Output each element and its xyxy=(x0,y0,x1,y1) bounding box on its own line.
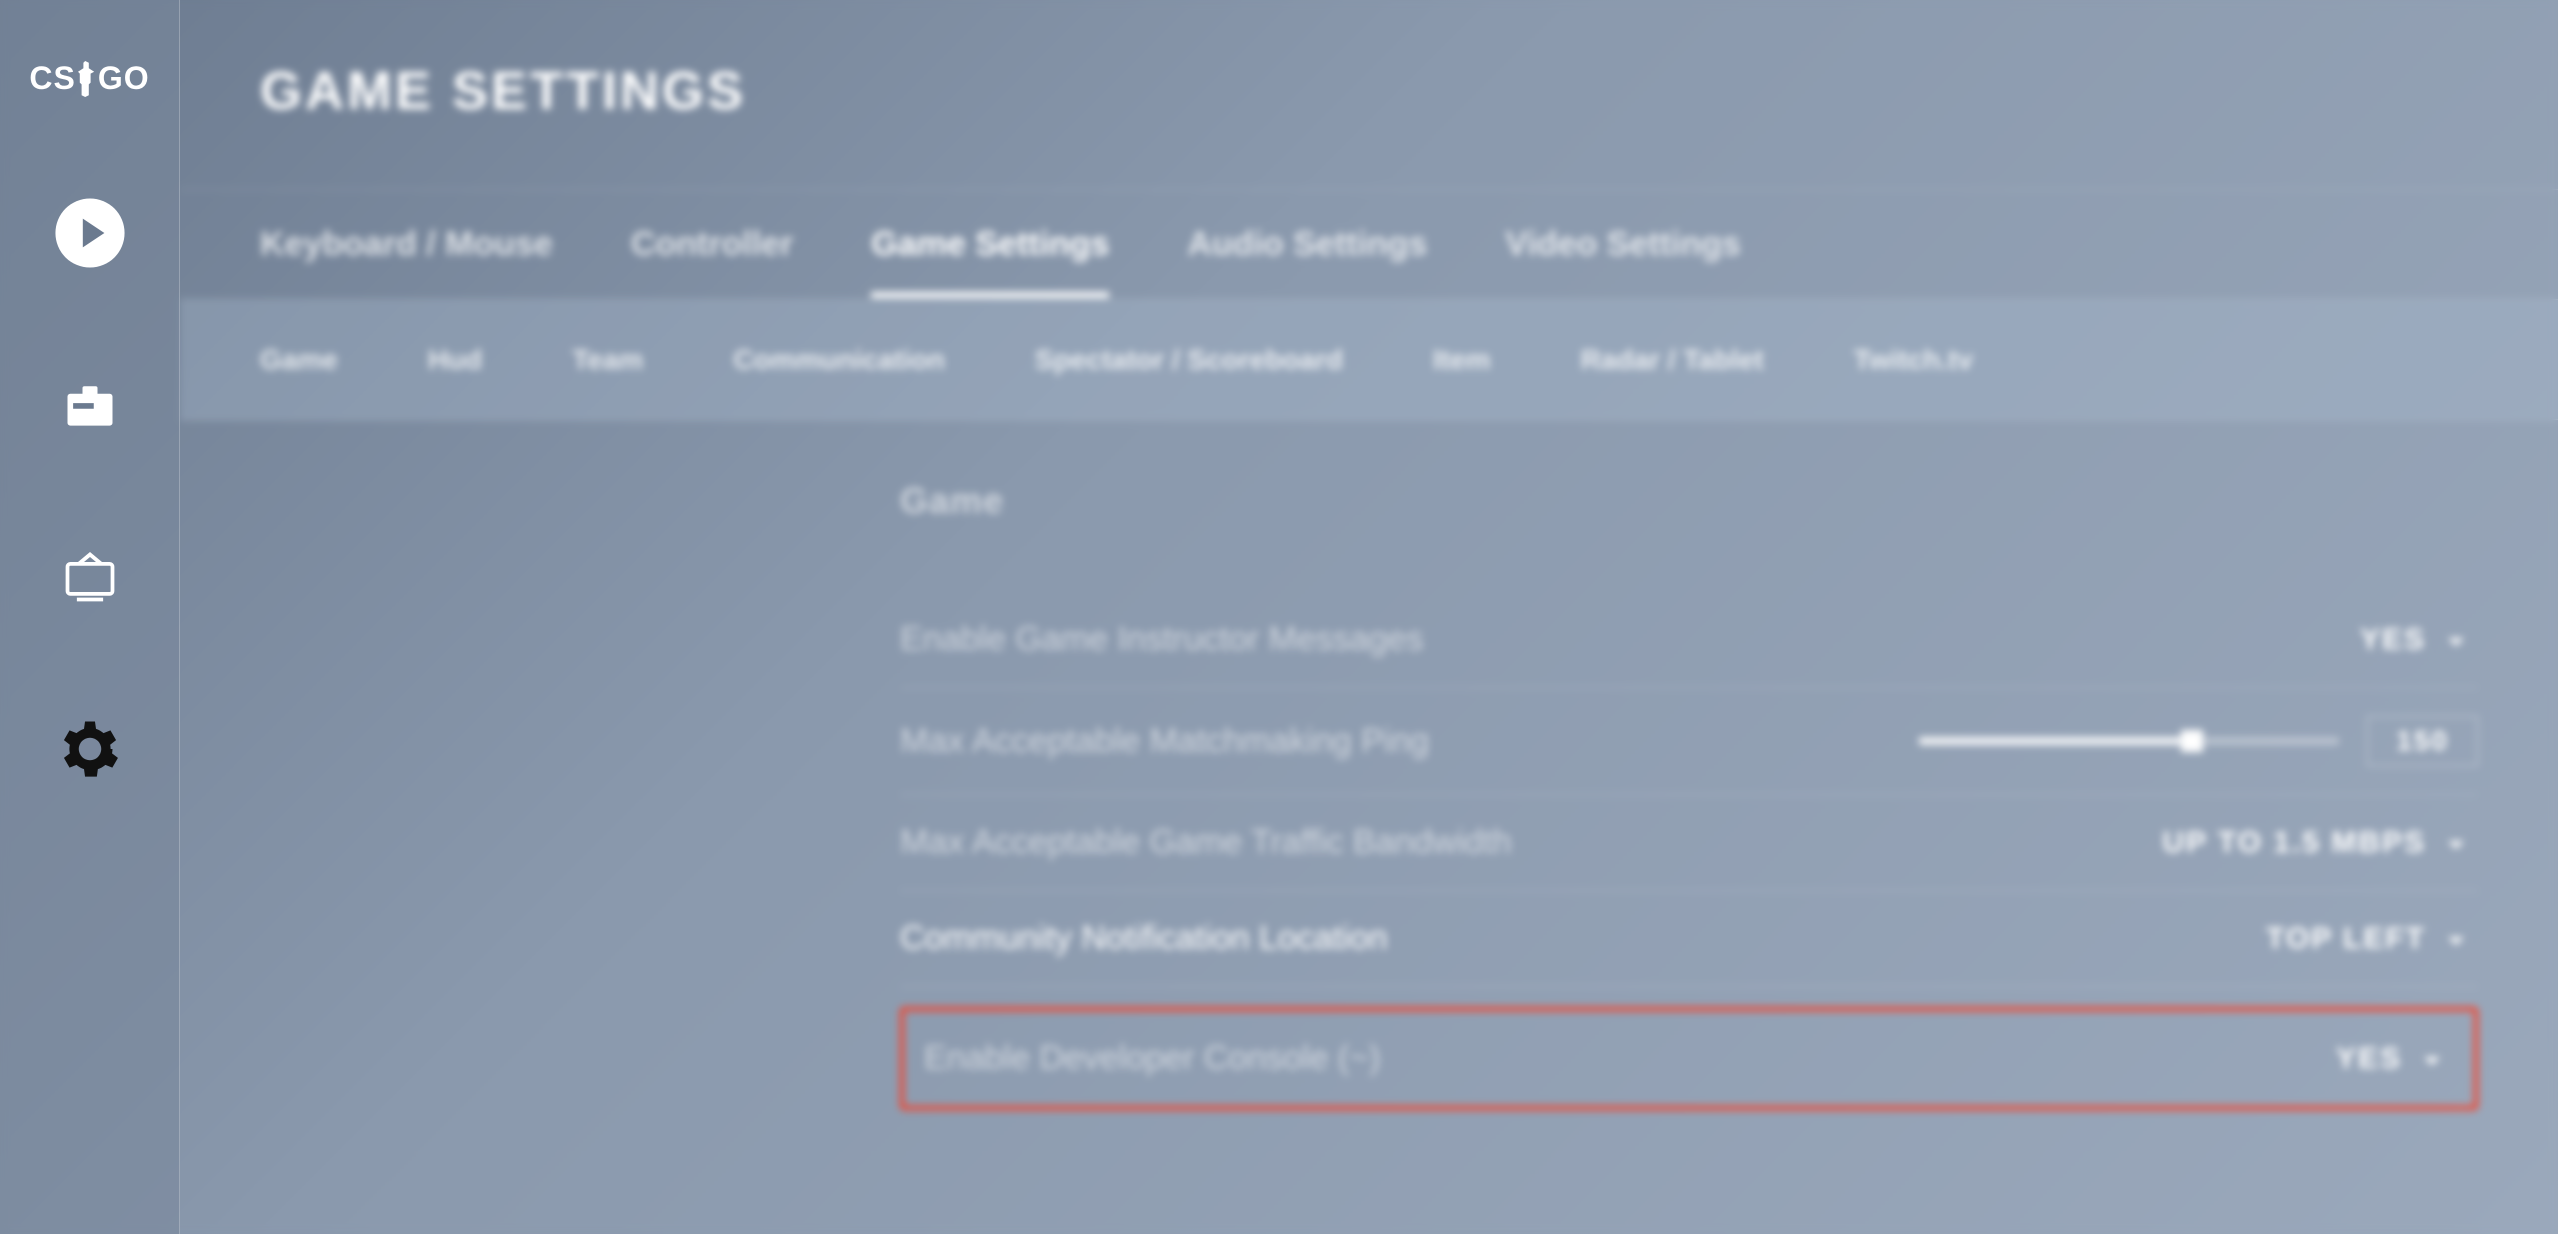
setting-value-dropdown[interactable]: YES xyxy=(2336,1042,2454,1076)
setting-slider-wrap: 150 xyxy=(1919,716,2478,766)
secondary-tabs: Game Hud Team Communication Spectator / … xyxy=(180,300,2558,420)
setting-ping-row[interactable]: Max Acceptable Matchmaking Ping 150 xyxy=(900,688,2478,795)
tab-keyboard-mouse[interactable]: Keyboard / Mouse xyxy=(260,193,553,296)
primary-tabs: Keyboard / Mouse Controller Game Setting… xyxy=(180,190,2558,300)
setting-instructor-row[interactable]: Enable Game Instructor Messages YES xyxy=(900,592,2478,688)
settings-panel: Game Enable Game Instructor Messages YES… xyxy=(180,420,2558,1234)
chevron-down-icon xyxy=(2444,628,2468,652)
play-button[interactable] xyxy=(54,197,126,269)
tab-audio-settings[interactable]: Audio Settings xyxy=(1187,193,1427,296)
inventory-button[interactable] xyxy=(54,369,126,441)
chevron-down-icon xyxy=(2444,927,2468,951)
logo-left: CS xyxy=(29,60,75,97)
chevron-down-icon xyxy=(2420,1047,2444,1071)
tab-game-settings[interactable]: Game Settings xyxy=(871,193,1109,296)
setting-label: Enable Game Instructor Messages xyxy=(900,620,1423,659)
setting-value-dropdown[interactable]: YES xyxy=(2360,623,2478,657)
page-title: GAME SETTINGS xyxy=(180,0,2558,122)
subtab-item[interactable]: Item xyxy=(1433,344,1491,376)
chevron-down-icon xyxy=(2444,831,2468,855)
tab-controller[interactable]: Controller xyxy=(631,193,793,296)
tab-video-settings[interactable]: Video Settings xyxy=(1505,193,1741,296)
page-header: GAME SETTINGS xyxy=(180,0,2558,190)
subtab-game[interactable]: Game xyxy=(260,344,338,376)
section-title: Game xyxy=(900,480,2478,522)
subtab-spectator[interactable]: Spectator / Scoreboard xyxy=(1035,344,1343,376)
settings-button[interactable] xyxy=(54,713,126,785)
sidebar: CS GO xyxy=(0,0,180,1234)
subtab-communication[interactable]: Communication xyxy=(733,344,945,376)
soldier-icon xyxy=(78,61,96,97)
setting-value-text: YES xyxy=(2336,1042,2402,1076)
ping-slider[interactable] xyxy=(1919,737,2339,745)
slider-thumb[interactable] xyxy=(2181,730,2203,752)
setting-label: Max Acceptable Game Traffic Bandwidth xyxy=(900,823,1512,862)
setting-devconsole-row[interactable]: Enable Developer Console (~) YES xyxy=(900,1007,2478,1110)
subtab-team[interactable]: Team xyxy=(572,344,643,376)
watch-button[interactable] xyxy=(54,541,126,613)
slider-fill xyxy=(1919,737,2192,745)
setting-value-text: TOP LEFT xyxy=(2266,922,2426,956)
setting-value-text: YES xyxy=(2360,623,2426,657)
subtab-radar[interactable]: Radar / Tablet xyxy=(1581,344,1764,376)
ping-value-box[interactable]: 150 xyxy=(2367,716,2478,766)
game-logo: CS GO xyxy=(29,60,149,97)
setting-value-dropdown[interactable]: TOP LEFT xyxy=(2266,922,2478,956)
subtab-hud[interactable]: Hud xyxy=(428,344,482,376)
setting-notification-row[interactable]: Community Notification Location TOP LEFT xyxy=(900,891,2478,987)
logo-right: GO xyxy=(98,60,150,97)
setting-label: Enable Developer Console (~) xyxy=(924,1039,1380,1078)
setting-value-text: UP TO 1.5 MBPS xyxy=(2162,826,2426,860)
setting-value-dropdown[interactable]: UP TO 1.5 MBPS xyxy=(2162,826,2478,860)
setting-label: Community Notification Location xyxy=(900,919,1388,958)
setting-bandwidth-row[interactable]: Max Acceptable Game Traffic Bandwidth UP… xyxy=(900,795,2478,891)
setting-label: Max Acceptable Matchmaking Ping xyxy=(900,722,1429,761)
subtab-twitch[interactable]: Twitch.tv xyxy=(1854,344,1973,376)
